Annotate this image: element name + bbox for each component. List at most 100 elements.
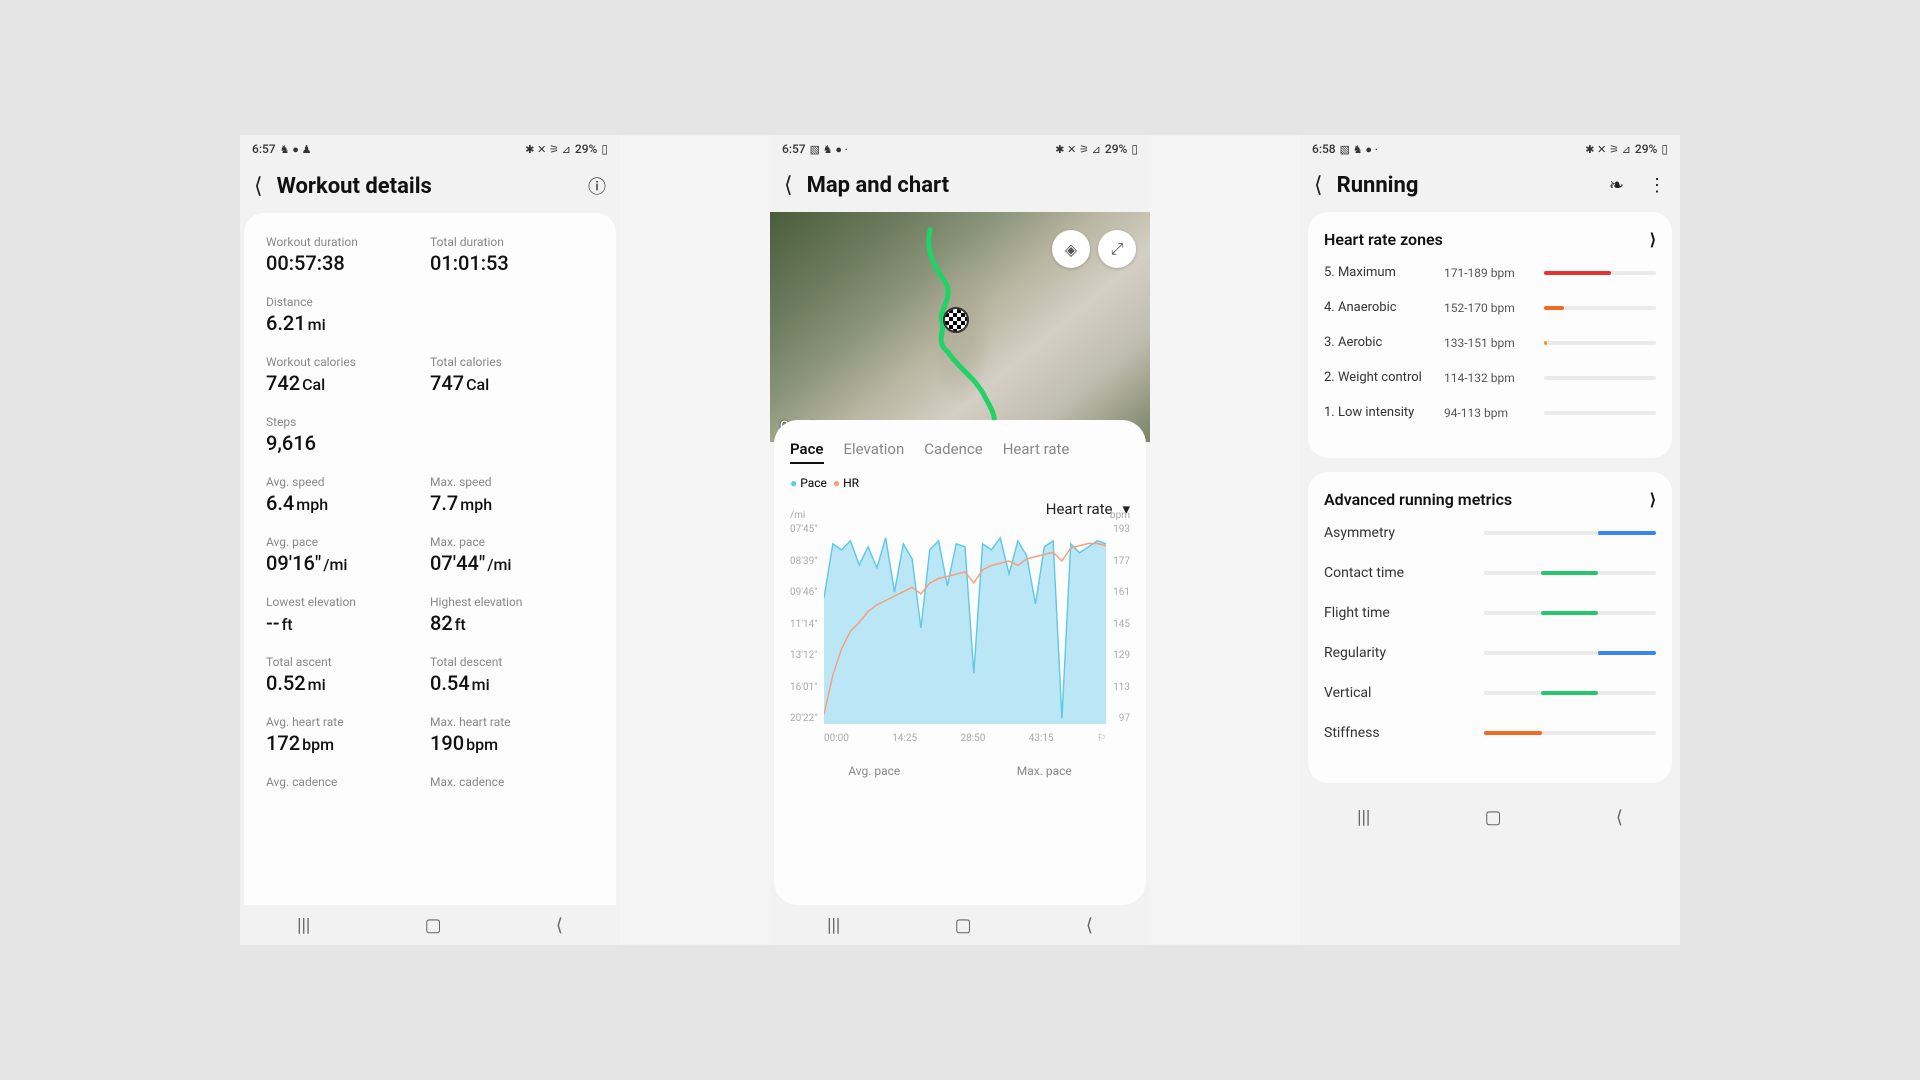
stat-value: 82ft [430, 611, 594, 635]
stat-item: Max. heart rate 190bpm [430, 715, 594, 755]
metric-row: Stiffness [1324, 725, 1656, 741]
stat-item: Avg. pace 09'16"/mi [266, 535, 430, 575]
nav-bar: ||| ▢ ⟨ [770, 905, 1150, 945]
stat-item: Max. pace 07'44"/mi [430, 535, 594, 575]
battery-icon: ▯ [1661, 142, 1668, 156]
clock: 6:58 [1312, 142, 1336, 156]
back-icon[interactable]: ⟨ [784, 173, 793, 198]
status-bar: 6:57 ♞ ● ♟ ✱ ✕ ⚞ ⊿ 29% ▯ [240, 135, 620, 163]
stat-item: Avg. cadence [266, 775, 430, 815]
recents-icon[interactable]: ||| [1357, 807, 1370, 828]
hr-zone-row: 1. Low intensity 94-113 bpm [1324, 405, 1656, 420]
expand-icon[interactable]: ⤢ [1098, 230, 1136, 268]
status-icons-l: ▧ ♞ ● · [1340, 143, 1378, 156]
battery-icon: ▯ [601, 142, 608, 156]
stat-label: Distance [266, 295, 594, 309]
hr-zone-row: 3. Aerobic 133-151 bpm [1324, 335, 1656, 350]
clock: 6:57 [252, 142, 276, 156]
home-icon[interactable]: ▢ [955, 915, 972, 936]
battery-text: 29% [575, 142, 597, 156]
metric-row: Regularity [1324, 645, 1656, 661]
map[interactable]: ◈ ⤢ Google [770, 212, 1150, 442]
stat-value: 6.21mi [266, 311, 594, 335]
stat-label: Workout calories [266, 355, 430, 369]
stat-item: Total descent 0.54mi [430, 655, 594, 695]
stat-label: Max. heart rate [430, 715, 594, 729]
back-icon[interactable]: ⟨ [254, 174, 263, 199]
stat-label: Avg. pace [266, 535, 430, 549]
stat-item: Distance 6.21mi [266, 295, 594, 335]
back-nav-icon[interactable]: ⟨ [1616, 807, 1623, 828]
hr-zone-row: 5. Maximum 171-189 bpm [1324, 265, 1656, 280]
header: ⟨ Map and chart [770, 163, 1150, 212]
stat-value: 07'44"/mi [430, 551, 594, 575]
battery-icon: ▯ [1131, 142, 1138, 156]
stat-label: Avg. cadence [266, 775, 430, 789]
stat-item: Avg. heart rate 172bpm [266, 715, 430, 755]
metric-dropdown[interactable]: Heart rate▾ [790, 500, 1130, 518]
status-icons-l: ▧ ♞ ● · [810, 143, 848, 156]
stat-value: 00:57:38 [266, 251, 430, 275]
header: ⟨ Running ❧ ⋮ [1300, 163, 1680, 212]
tab[interactable]: Pace [790, 440, 824, 464]
tab[interactable]: Elevation [844, 440, 905, 464]
advanced-metrics-header[interactable]: Advanced running metrics ⟩ [1324, 490, 1656, 509]
page-title: Map and chart [807, 173, 1136, 198]
stat-label: Max. pace [430, 535, 594, 549]
stat-item: Highest elevation 82ft [430, 595, 594, 635]
recents-icon[interactable]: ||| [297, 915, 310, 936]
home-icon[interactable]: ▢ [1485, 807, 1502, 828]
metric-row: Contact time [1324, 565, 1656, 581]
stat-label: Steps [266, 415, 594, 429]
header: ⟨ Workout details ⓘ [240, 163, 620, 213]
screen-running: 6:58▧ ♞ ● · ✱ ✕ ⚞ ⊿29%▯ ⟨ Running ❧ ⋮ He… [1300, 135, 1680, 945]
screen-workout-details: 6:57 ♞ ● ♟ ✱ ✕ ⚞ ⊿ 29% ▯ ⟨ Workout details … [240, 135, 620, 945]
stat-label: Avg. speed [266, 475, 430, 489]
stat-value [430, 791, 594, 815]
advanced-metrics-section: Advanced running metrics ⟩ Asymmetry Con… [1308, 472, 1672, 783]
stat-item: Max. cadence [430, 775, 594, 815]
stat-label: Max. cadence [430, 775, 594, 789]
layers-icon[interactable]: ◈ [1052, 230, 1090, 268]
hr-zone-row: 4. Anaerobic 152-170 bpm [1324, 300, 1656, 315]
info-icon[interactable]: ⓘ [588, 173, 606, 199]
hr-zones-section: Heart rate zones ⟩ 5. Maximum 171-189 bp… [1308, 212, 1672, 458]
stat-label: Avg. heart rate [266, 715, 430, 729]
stat-value: 0.52mi [266, 671, 430, 695]
stat-item: Max. speed 7.7mph [430, 475, 594, 515]
tab[interactable]: Cadence [924, 440, 982, 464]
more-icon[interactable]: ⋮ [1648, 175, 1666, 196]
back-nav-icon[interactable]: ⟨ [556, 915, 563, 936]
running-icon: ♞ ● ♟ [280, 143, 312, 156]
share-icon[interactable]: ❧ [1609, 175, 1624, 196]
hr-zones-header[interactable]: Heart rate zones ⟩ [1324, 230, 1656, 249]
nav-bar: ||| ▢ ⟨ [240, 905, 620, 945]
status-icons: ✱ ✕ ⚞ ⊿ [525, 143, 571, 156]
metric-row: Vertical [1324, 685, 1656, 701]
status-icons: ✱ ✕ ⚞ ⊿ [1055, 143, 1101, 156]
status-bar: 6:58▧ ♞ ● · ✱ ✕ ⚞ ⊿29%▯ [1300, 135, 1680, 163]
stat-label: Highest elevation [430, 595, 594, 609]
chart-card: Pace Elevation Cadence Heart rate ● Pace ● … [774, 420, 1146, 905]
stat-value: 9,616 [266, 431, 594, 455]
stat-value: 747Cal [430, 371, 594, 395]
stat-value: 7.7mph [430, 491, 594, 515]
recents-icon[interactable]: ||| [827, 915, 840, 936]
chart-legend: ● Pace ● HR [790, 476, 1130, 490]
home-icon[interactable]: ▢ [425, 915, 442, 936]
stat-value: --ft [266, 611, 430, 635]
stat-item: Workout calories 742Cal [266, 355, 430, 395]
metric-row: Flight time [1324, 605, 1656, 621]
stat-item: Steps 9,616 [266, 415, 594, 455]
status-bar: 6:57▧ ♞ ● · ✱ ✕ ⚞ ⊿29%▯ [770, 135, 1150, 163]
tab[interactable]: Heart rate [1003, 440, 1070, 464]
stat-item: Avg. speed 6.4mph [266, 475, 430, 515]
back-icon[interactable]: ⟨ [1314, 173, 1323, 198]
stat-value: 6.4mph [266, 491, 430, 515]
back-nav-icon[interactable]: ⟨ [1086, 915, 1093, 936]
finish-flag-icon [945, 309, 967, 331]
stat-value: 190bpm [430, 731, 594, 755]
stat-value: 0.54mi [430, 671, 594, 695]
chevron-right-icon: ⟩ [1650, 230, 1656, 249]
metric-row: Asymmetry [1324, 525, 1656, 541]
